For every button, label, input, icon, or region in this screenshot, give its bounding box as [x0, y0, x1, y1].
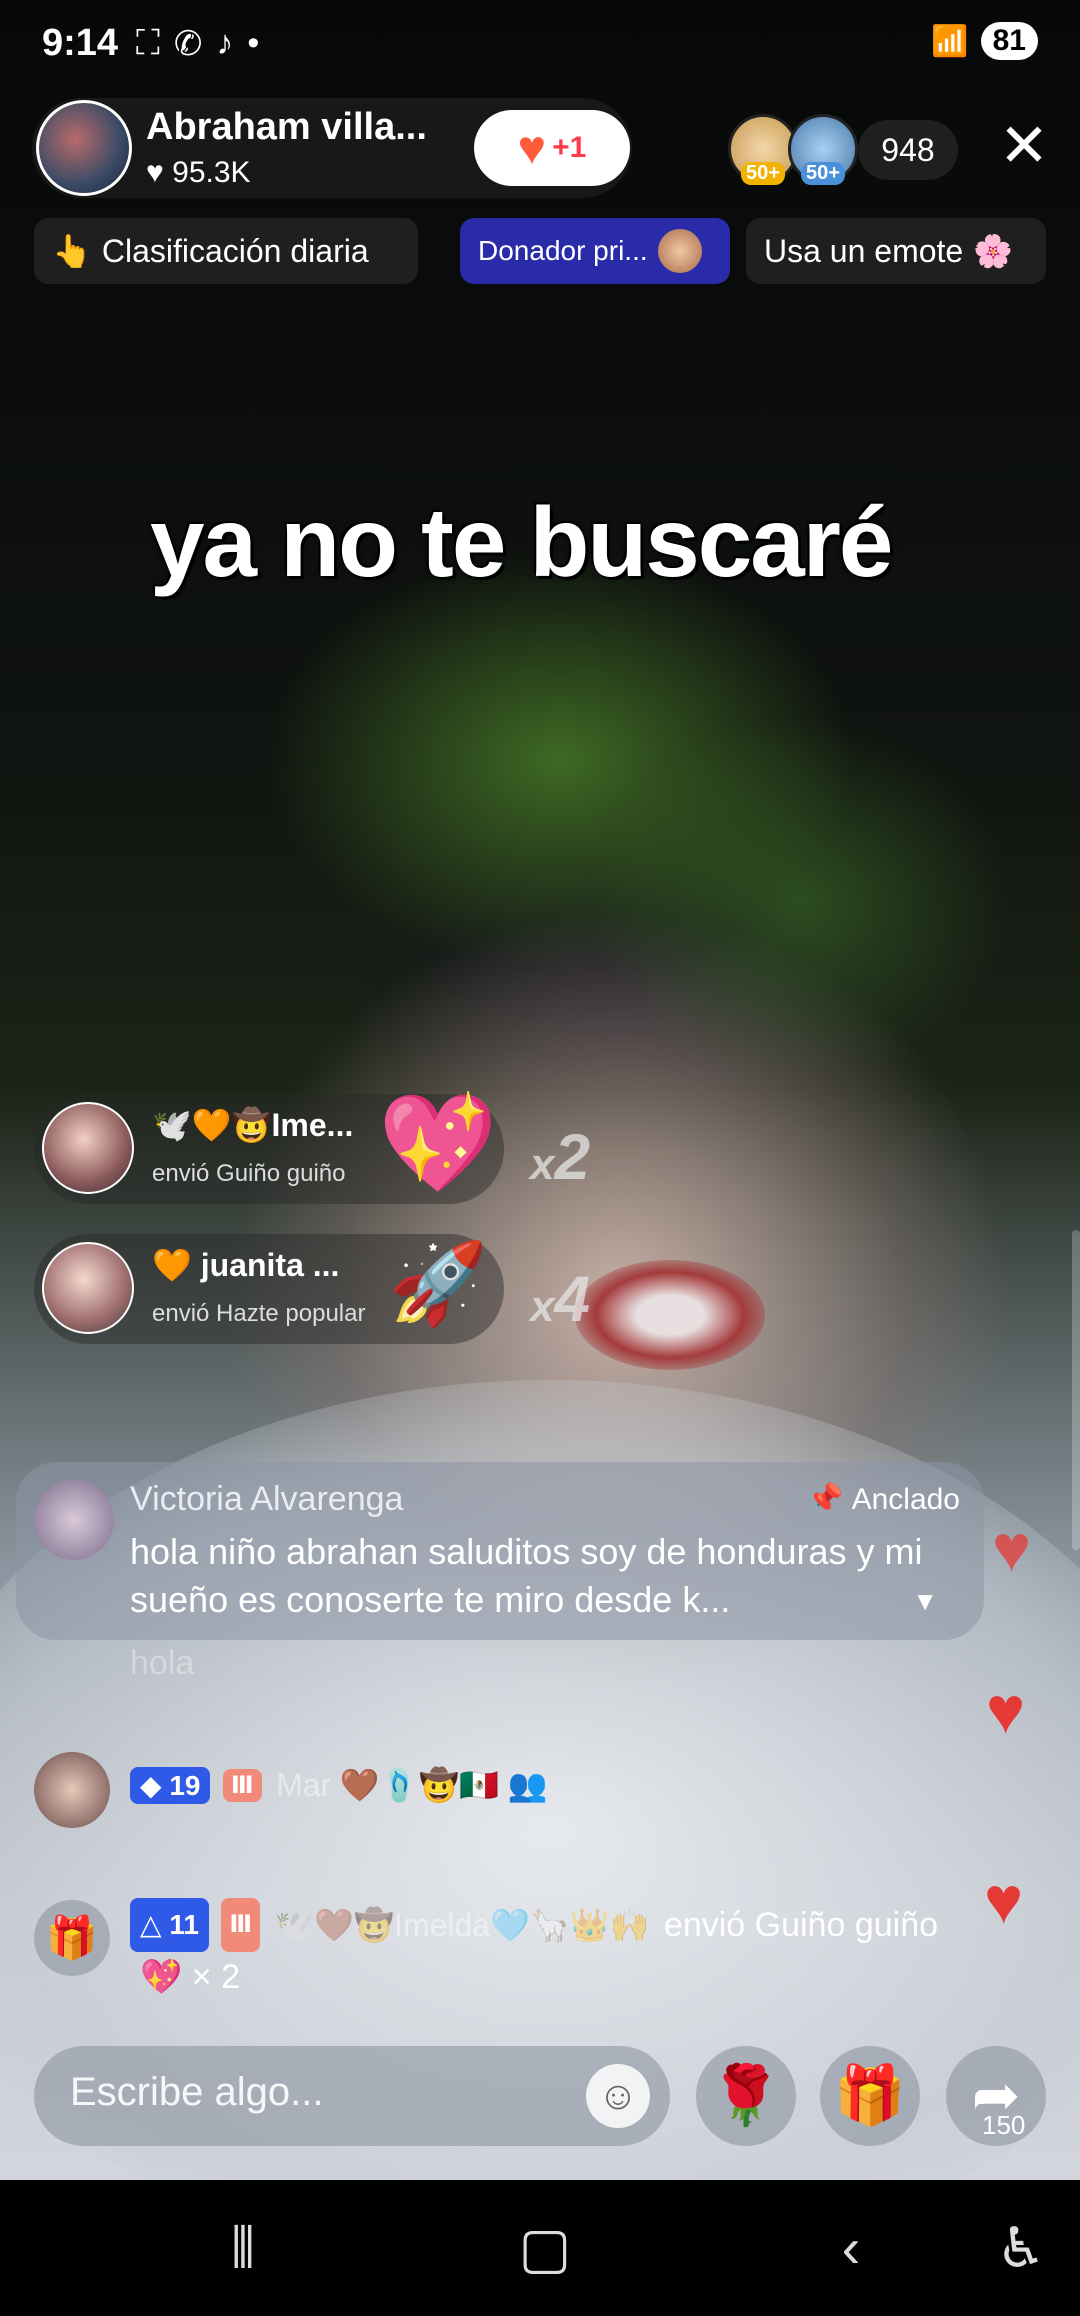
fire-icon: 👆: [52, 233, 92, 269]
status-bar: 9:14 ⛶ ✆ ♪ • 📶 81: [0, 0, 1080, 92]
top-donor-chip[interactable]: Donador pri...: [460, 218, 730, 284]
gift-button[interactable]: 🎁: [820, 2046, 920, 2146]
daily-ranking-label: Clasificación diaria: [101, 232, 369, 269]
dot-icon: •: [247, 24, 260, 62]
pinned-label: 📌 Anclado: [806, 1482, 960, 1517]
gifter-avatar[interactable]: [42, 1242, 134, 1334]
combo-prefix: x: [530, 1282, 555, 1331]
level-badge: △ 11: [130, 1898, 209, 1952]
gift-combo: x4: [530, 1262, 590, 1336]
share-count: 150: [982, 2110, 1026, 2140]
pinned-comment[interactable]: Victoria Alvarenga 📌 Anclado hola niño a…: [16, 1462, 984, 1640]
host-likes: ♥ 95.3K: [146, 156, 251, 190]
scrollbar[interactable]: [1072, 1230, 1080, 1550]
status-notification-icons: ⛶ ✆ ♪ •: [136, 24, 259, 64]
screenshot-icon: ⛶: [136, 24, 160, 62]
chat-username: Mar: [276, 1766, 332, 1803]
chat-text: envió Guiño guiño: [663, 1906, 939, 1944]
level-number: 11: [169, 1909, 199, 1940]
floating-heart-icon: ♥: [992, 1511, 1032, 1585]
commenter-name: Victoria Alvarenga: [130, 1480, 404, 1518]
viewer-count[interactable]: 948: [858, 120, 958, 180]
gifter-avatar[interactable]: [42, 1102, 134, 1194]
floating-heart-icon: ♥: [986, 1673, 1026, 1747]
gift-icon: 🎁: [833, 2063, 907, 2128]
daily-ranking-chip[interactable]: 👆 Clasificación diaria: [34, 218, 418, 284]
host-avatar[interactable]: [36, 100, 132, 196]
heart-icon: ♥: [517, 121, 547, 175]
level-number: 19: [169, 1769, 201, 1801]
chat-emojis: 🤎🩴🤠🇲🇽: [339, 1767, 499, 1803]
recent-apps-icon[interactable]: ⦀: [198, 2210, 288, 2286]
comment-placeholder: Escribe algo...: [70, 2070, 324, 2114]
follow-button[interactable]: ♥ +1: [474, 110, 630, 186]
whatsapp-icon: ✆: [173, 25, 203, 63]
comment-input[interactable]: Escribe algo... ☺: [34, 2046, 670, 2146]
chat-gift-suffix: 💖 × 2: [140, 1958, 240, 1996]
combo-prefix: x: [530, 1140, 555, 1189]
commenter-avatar[interactable]: [34, 1480, 114, 1560]
status-system-icons: 📶 81: [931, 22, 1038, 60]
pinned-label-text: Anclado: [851, 1482, 960, 1516]
user-group-icon: 👥: [507, 1767, 548, 1803]
popular-gift-icon: 🚀: [388, 1239, 488, 1328]
viewer-avatar[interactable]: 50+: [788, 114, 858, 185]
gift-box-icon: 🎁: [34, 1900, 110, 1976]
emote-label: Usa un emote: [764, 232, 964, 269]
level-badge: ◆ 19: [130, 1766, 211, 1804]
chat-avatar[interactable]: [34, 1752, 110, 1828]
pinned-comment-text: hola niño abrahan saluditos soy de hondu…: [130, 1531, 923, 1620]
tiktok-icon: ♪: [216, 24, 234, 62]
chat-message[interactable]: ◆ 19 Ⅲ Mar 🤎🩴🤠🇲🇽 👥: [34, 1752, 994, 1832]
top-donor-label: Donador pri...: [478, 235, 648, 266]
close-icon[interactable]: ✕: [994, 116, 1054, 178]
emote-icon: 🌸: [973, 233, 1014, 269]
wink-gift-icon: 💖: [378, 1090, 498, 1197]
video-subject-face: [575, 1260, 765, 1370]
gift-combo: x2: [530, 1120, 590, 1194]
host-name: Abraham villa...: [146, 106, 427, 148]
gift-notification[interactable]: 🕊️🧡🤠Ime... envió Guiño guiño 💖: [34, 1090, 504, 1204]
emoji-icon[interactable]: ☺: [586, 2064, 650, 2128]
viewer-badge: 50+: [801, 162, 845, 185]
status-time: 9:14: [42, 22, 119, 64]
combo-count: 4: [554, 1263, 591, 1335]
back-icon[interactable]: ‹: [806, 2210, 896, 2286]
donor-avatar: [657, 229, 702, 273]
live-video[interactable]: [0, 0, 1080, 2180]
gift-description: envió Guiño guiño: [152, 1160, 346, 1187]
viewer-list[interactable]: 50+ 50+ 948: [728, 114, 958, 186]
rose-icon: 🌹: [709, 2063, 783, 2128]
emote-chip[interactable]: Usa un emote 🌸: [746, 218, 1046, 284]
gifter-name: 🧡 juanita ...: [152, 1247, 340, 1283]
rose-gift-button[interactable]: 🌹: [696, 2046, 796, 2146]
battery-indicator: 81: [980, 22, 1038, 60]
subscriber-badge: Ⅲ: [221, 1898, 261, 1952]
gifter-name: 🕊️🧡🤠Ime...: [152, 1107, 354, 1143]
gift-notification[interactable]: 🧡 juanita ... envió Hazte popular 🚀: [34, 1234, 504, 1344]
wifi-icon: 📶: [931, 24, 969, 58]
follow-badge: +1: [552, 131, 587, 164]
viewer-badge: 50+: [741, 162, 785, 185]
combo-count: 2: [554, 1121, 591, 1193]
floating-heart-icon: ♥: [984, 1863, 1024, 1937]
navigation-bar: ⦀ ▢ ‹ ♿: [0, 2180, 1080, 2316]
gift-description: envió Hazte popular: [152, 1300, 366, 1327]
faded-comment: hola: [130, 1644, 195, 1682]
subscriber-badge: Ⅲ: [222, 1768, 262, 1802]
chat-username: 🕊️🤎🤠Imelda🩵🦙👑🙌: [274, 1907, 650, 1943]
heart-icon: ♥: [146, 156, 164, 189]
chat-message[interactable]: 🎁 △ 11 Ⅲ 🕊️🤎🤠Imelda🩵🦙👑🙌 envió Guiño guiñ…: [34, 1898, 994, 2008]
pin-icon: 📌: [806, 1483, 844, 1516]
home-icon[interactable]: ▢: [500, 2210, 590, 2286]
expand-caret-icon[interactable]: ▼: [912, 1586, 938, 1617]
host-likes-count: 95.3K: [172, 156, 251, 189]
accessibility-icon[interactable]: ♿: [976, 2210, 1066, 2286]
video-caption: ya no te buscaré: [150, 487, 893, 597]
